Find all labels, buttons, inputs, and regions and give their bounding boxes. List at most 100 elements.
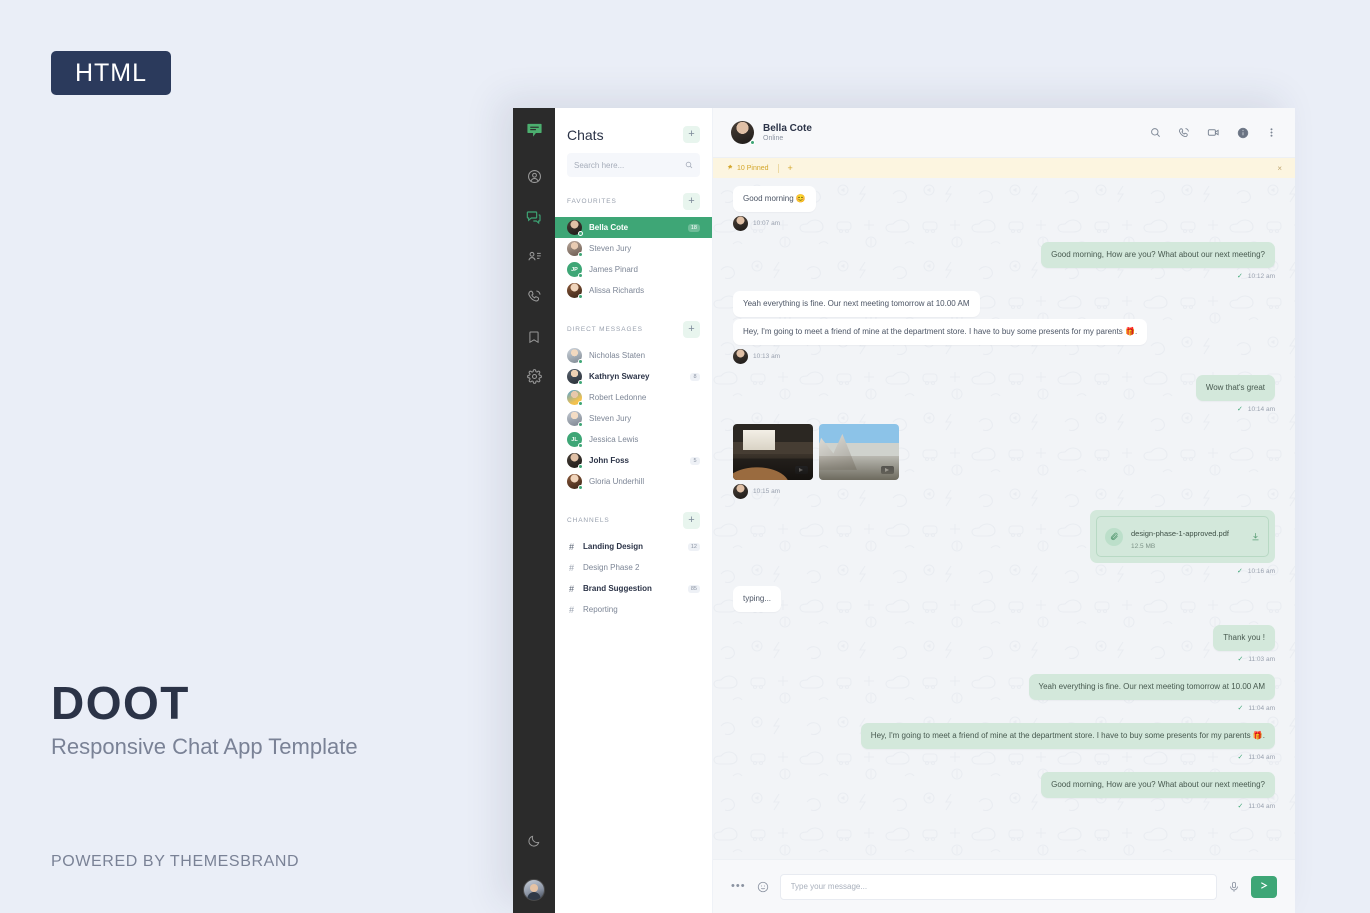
add-chat-button[interactable]: +	[683, 126, 700, 143]
user-avatar[interactable]	[523, 879, 545, 901]
search-conversation-button[interactable]	[1150, 127, 1161, 138]
image-attachment[interactable]	[733, 424, 813, 480]
video-call-button[interactable]	[1207, 126, 1220, 139]
image-attachment[interactable]	[819, 424, 899, 480]
message-bubble[interactable]: Good morning 😊	[733, 186, 816, 212]
chat-list-item[interactable]: John Foss 5	[555, 450, 712, 471]
message-meta: ✓ 11:04 am	[733, 802, 1276, 811]
message-bubble[interactable]: Hey, I'm going to meet a friend of mine …	[860, 723, 1275, 749]
avatar	[567, 220, 583, 236]
message-time: 11:04 am	[1248, 802, 1275, 810]
message-bubble[interactable]: Good morning, How are you? What about ou…	[1041, 242, 1275, 268]
icon-rail	[513, 108, 555, 913]
chat-list-item[interactable]: Alissa Richards	[555, 280, 712, 301]
paperclip-icon	[1105, 527, 1123, 546]
online-dot	[578, 401, 583, 406]
channel-item[interactable]: # Reporting	[555, 599, 712, 620]
online-dot	[578, 422, 583, 427]
item-name: Gloria Underhill	[589, 477, 645, 486]
dark-mode-toggle[interactable]	[513, 823, 555, 863]
message-time: 10:16 am	[1247, 567, 1275, 575]
message-row: Thank you !	[733, 625, 1275, 651]
channel-item[interactable]: # Landing Design 12	[555, 536, 712, 557]
chat-list-item[interactable]: Steven Jury	[555, 238, 712, 259]
chat-list-item[interactable]: JP James Pinard	[555, 259, 712, 280]
image-attachments	[733, 424, 899, 480]
message-bubble[interactable]: Good morning, How are you? What about ou…	[1041, 772, 1275, 798]
more-options-button[interactable]	[1266, 127, 1277, 138]
contact-info-button[interactable]	[1237, 127, 1249, 139]
chat-list-sections: FAVOURITES + Bella Cote 18 Steven Jury JP Jame…	[555, 193, 712, 620]
messages-container: Good morning 😊 10:07 am Good morning, How …	[733, 186, 1275, 810]
play-icon	[881, 466, 894, 474]
unread-badge: 8	[690, 372, 700, 381]
chat-list-item[interactable]: Steven Jury	[555, 408, 712, 429]
rail-item-bookmarks[interactable]	[513, 319, 555, 359]
channel-item[interactable]: # Brand Suggestion 85	[555, 578, 712, 599]
section-add-button[interactable]: +	[683, 321, 700, 338]
chat-list-header: Chats +	[555, 108, 712, 153]
read-receipt-icon: ✓	[1237, 406, 1243, 413]
contact-avatar[interactable]	[731, 121, 755, 145]
search-input[interactable]	[574, 160, 685, 170]
section-header-favourites: FAVOURITES +	[555, 193, 712, 210]
message-bubble[interactable]: Thank you !	[1213, 625, 1275, 651]
play-icon	[795, 466, 808, 474]
hash-icon: #	[568, 583, 574, 594]
search-field-wrap[interactable]	[567, 153, 700, 177]
smiley-icon[interactable]	[757, 881, 769, 893]
item-name: Reporting	[583, 605, 618, 614]
rail-item-profile[interactable]	[513, 159, 555, 199]
voice-call-button[interactable]	[1178, 127, 1190, 139]
message-bubble[interactable]: Yeah everything is fine. Our next meetin…	[1028, 674, 1275, 700]
online-dot	[578, 231, 583, 236]
message: typing...	[733, 586, 1275, 625]
microphone-icon[interactable]	[1228, 881, 1240, 893]
message: 10:15 am	[733, 424, 1275, 499]
message-input[interactable]	[790, 882, 1206, 891]
add-pinned-button[interactable]: +	[788, 163, 793, 173]
send-button[interactable]	[1251, 875, 1277, 898]
message-bubble[interactable]: Yeah everything is fine. Our next meetin…	[733, 291, 980, 317]
channel-item[interactable]: # Design Phase 2	[555, 557, 712, 578]
chat-list-item[interactable]: Kathryn Swarey 8	[555, 366, 712, 387]
brand-title: DOOT	[51, 677, 190, 729]
message-bubble[interactable]: Hey, I'm going to meet a friend of mine …	[733, 319, 1148, 345]
rail-item-settings[interactable]	[513, 359, 555, 399]
message-time: 11:04 am	[1248, 753, 1275, 761]
message: Yeah everything is fine. Our next meetin…	[733, 291, 1275, 364]
message-thread[interactable]: Good morning 😊 10:07 am Good morning, How …	[713, 178, 1295, 859]
chat-list-item[interactable]: Nicholas Staten	[555, 345, 712, 366]
section-add-button[interactable]: +	[683, 512, 700, 529]
close-pinned-button[interactable]: ×	[1277, 164, 1282, 173]
pin-icon	[726, 164, 733, 173]
message-time: 10:15 am	[753, 488, 781, 495]
message-avatar	[733, 484, 748, 499]
chat-list-item[interactable]: Gloria Underhill	[555, 471, 712, 492]
download-icon[interactable]	[1251, 528, 1260, 546]
message-bubble[interactable]: typing...	[733, 586, 782, 612]
file-size: 12.5 MB	[1131, 543, 1156, 550]
chat-logo-icon[interactable]	[526, 121, 543, 143]
file-attachment[interactable]: design-phase-1-approved.pdf 12.5 MB	[1090, 510, 1275, 563]
rail-item-calls[interactable]	[513, 279, 555, 319]
pinned-count-label[interactable]: 10 Pinned	[726, 164, 769, 173]
message-bubble[interactable]: Wow that's great	[1195, 375, 1275, 401]
online-dot	[578, 273, 583, 278]
chat-list-item[interactable]: Bella Cote 18	[555, 217, 712, 238]
more-horizontal-icon[interactable]: •••	[731, 881, 746, 892]
avatar	[567, 453, 583, 469]
message: Thank you ! ✓ 11:03 am	[733, 625, 1275, 663]
read-receipt-icon: ✓	[1237, 568, 1243, 575]
chat-list-item[interactable]: Robert Ledonne	[555, 387, 712, 408]
message-input-wrap[interactable]	[779, 873, 1217, 900]
section-add-button[interactable]: +	[683, 193, 700, 210]
chat-list-item[interactable]: JL Jessica Lewis	[555, 429, 712, 450]
rail-item-contacts[interactable]	[513, 239, 555, 279]
online-dot	[578, 464, 583, 469]
message-row: Hey, I'm going to meet a friend of mine …	[733, 319, 1275, 345]
message-composer: •••	[713, 859, 1295, 913]
rail-item-chats[interactable]	[513, 199, 555, 239]
message-time: 11:03 am	[1248, 655, 1275, 663]
